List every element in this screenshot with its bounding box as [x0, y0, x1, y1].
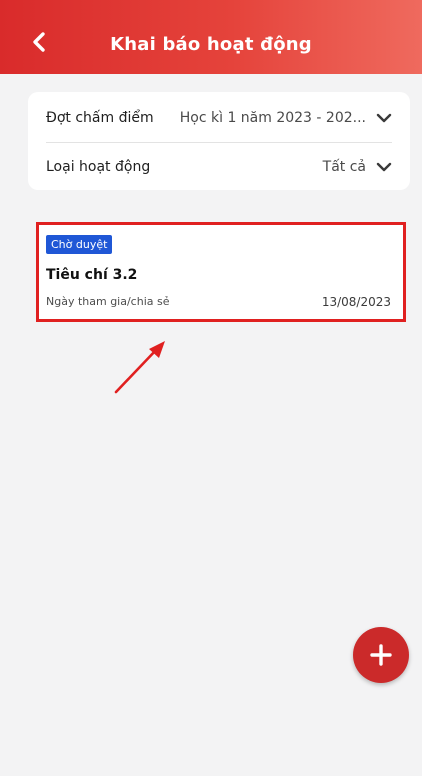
chevron-down-icon	[376, 113, 392, 123]
filter-activity-type[interactable]: Loại hoạt động Tất cả	[46, 143, 392, 191]
screen: Khai báo hoạt động Đợt chấm điểm Học kì …	[0, 0, 422, 776]
filter-value: Tất cả	[322, 159, 366, 175]
plus-icon	[370, 644, 392, 666]
arrow-icon	[114, 341, 165, 394]
activity-date: 13/08/2023	[321, 295, 391, 309]
filter-value: Học kì 1 năm 2023 - 202...	[179, 110, 366, 126]
page-title: Khai báo hoạt động	[110, 34, 312, 55]
add-activity-button[interactable]	[353, 627, 409, 683]
activity-date-label: Ngày tham gia/chia sẻ	[46, 295, 170, 308]
chevron-down-icon	[376, 162, 392, 172]
activity-card[interactable]: Chờ duyệt Tiêu chí 3.2 Ngày tham gia/chi…	[36, 222, 406, 322]
filter-value-group: Tất cả	[323, 159, 392, 175]
app-header: Khai báo hoạt động	[0, 0, 422, 74]
filter-scoring-period[interactable]: Đợt chấm điểm Học kì 1 năm 2023 - 202...	[46, 94, 392, 142]
filter-value-group: Học kì 1 năm 2023 - 202...	[180, 110, 392, 126]
activity-title: Tiêu chí 3.2	[46, 267, 138, 283]
filter-card: Đợt chấm điểm Học kì 1 năm 2023 - 202...…	[28, 92, 410, 190]
filter-label: Loại hoạt động	[46, 159, 151, 175]
status-badge: Chờ duyệt	[46, 235, 113, 254]
filter-label: Đợt chấm điểm	[46, 110, 154, 126]
